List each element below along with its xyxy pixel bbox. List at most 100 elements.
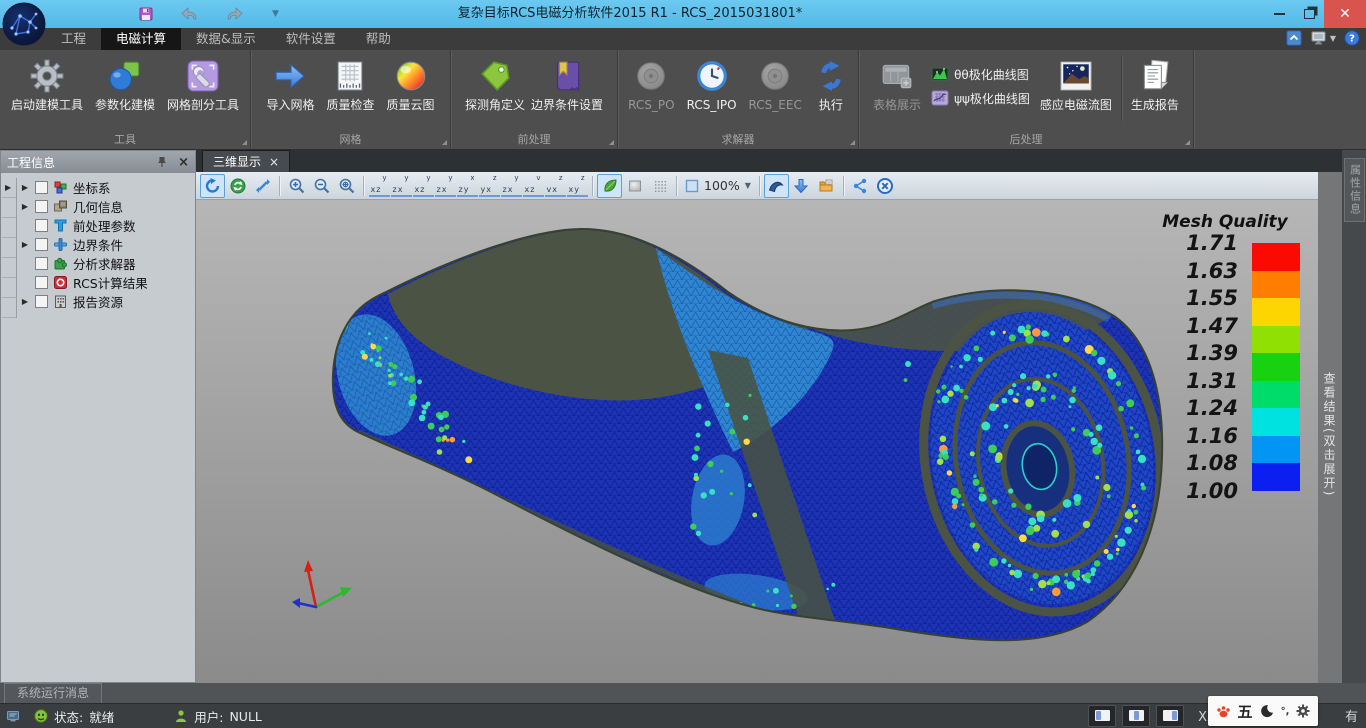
tree-item-boundary-conditions[interactable]: ▶ 边界条件 [16,235,193,254]
view-zy-button[interactable]: xzy [457,174,478,197]
leaf-icon[interactable] [597,174,622,198]
moon-icon[interactable] [1260,704,1274,718]
title-bar: ▼ 复杂目标RCS电磁分析软件2015 R1 - RCS_2015031801*… [0,0,1366,28]
display-icon[interactable]: ▼ [1310,30,1336,46]
menu-tab-project[interactable]: 工程 [46,28,101,50]
checkbox[interactable] [35,257,48,270]
layout-left-icon[interactable] [1088,705,1116,727]
tree-item-coordinate-system[interactable]: ▶ 坐标系 [16,178,193,197]
view-zx-button[interactable]: yzx [435,174,456,197]
wireframe-dots-icon[interactable] [647,174,672,198]
close-button[interactable]: ✕ [1324,0,1366,28]
boundary-settings-button[interactable]: 边界条件设置 [528,53,606,115]
layout-right-icon[interactable] [1156,705,1184,727]
menu-tab-settings[interactable]: 软件设置 [271,28,351,50]
paw-icon[interactable] [1216,704,1231,719]
shaded-box-icon[interactable] [622,174,647,198]
collapse-ribbon-icon[interactable] [1286,30,1302,46]
chevron-down-icon[interactable]: ▼ [745,181,751,190]
menu-tab-help[interactable]: 帮助 [351,28,406,50]
rotate-icon[interactable] [200,174,225,198]
tree-item-preprocess-params[interactable]: 前处理参数 [16,216,193,235]
zoom-level-control[interactable]: 100% ▼ [681,178,755,193]
execute-button[interactable]: 执行 [808,53,854,115]
view-xz-button[interactable]: yxz [413,174,434,197]
induced-current-map-button[interactable]: 感应电磁流图 [1034,53,1118,115]
theta-polarization-curve-button[interactable]: θθ极化曲线图 [931,65,1030,83]
minimize-button[interactable] [1264,0,1294,28]
gear-icon[interactable] [1296,704,1310,718]
restore-button[interactable] [1294,0,1324,28]
parametric-modeling-button[interactable]: 参数化建模 [89,53,161,115]
view-xy-button[interactable]: zxy [567,174,588,197]
tab-system-messages[interactable]: 系统运行消息 [4,683,102,703]
generate-report-button[interactable]: 生成报告 [1125,53,1185,115]
psi-polarization-curve-button[interactable]: ψψ极化曲线图 [931,89,1030,107]
punctuation-icon[interactable]: °, [1281,706,1290,717]
rcs-eec-button[interactable]: RCS_EEC [743,53,808,115]
quality-cloud-button[interactable]: 质量云图 [381,53,441,115]
window-title: 复杂目标RCS电磁分析软件2015 R1 - RCS_2015031801* [0,0,1260,28]
menu-tab-data-display[interactable]: 数据&显示 [181,28,271,50]
chevron-right-icon[interactable]: ▶ [20,297,30,306]
cancel-icon[interactable] [873,174,898,198]
launch-modeler-button[interactable]: 启动建模工具 [5,53,89,115]
export-folder-icon[interactable] [814,174,839,198]
ime-mode-label[interactable]: 五 [1238,701,1253,722]
tab-properties-info[interactable]: 属性信息 [1344,158,1365,222]
view-zx-button[interactable]: yzx [501,174,522,197]
refresh-icon[interactable] [225,174,250,198]
tree-item-report-resources[interactable]: ▶ 报告资源 [16,292,193,311]
help-icon[interactable] [1344,30,1360,46]
view-xz-button[interactable]: yxz [369,174,390,197]
app-logo[interactable] [2,2,46,46]
mesh-tool-button[interactable]: 网格剖分工具 [161,53,245,115]
close-icon[interactable]: × [178,155,189,170]
view-zx-button[interactable]: yzx [391,174,412,197]
group-expand-icon[interactable] [609,140,614,145]
orbit-icon[interactable] [764,174,789,198]
pin-icon[interactable] [156,156,168,168]
checkbox[interactable] [35,181,48,194]
menu-tab-em-compute[interactable]: 电磁计算 [101,28,181,50]
group-expand-icon[interactable] [850,140,855,145]
checkbox[interactable] [35,200,48,213]
chevron-right-icon[interactable]: ▶ [5,183,11,192]
monitor-icon[interactable] [6,709,20,723]
table-display-button[interactable]: 表格展示 [867,53,927,115]
quality-check-button[interactable]: 质量检查 [320,53,380,115]
checkbox[interactable] [35,238,48,251]
fit-arrow-icon[interactable] [250,174,275,198]
chevron-right-icon[interactable]: ▶ [20,240,30,249]
group-expand-icon[interactable] [242,140,247,145]
view-vx-button[interactable]: zvx [545,174,566,197]
down-arrow-icon[interactable] [789,174,814,198]
rcs-ipo-button[interactable]: RCS_IPO [681,53,743,115]
view-results-label[interactable]: 查看结果(双击展开) [1321,372,1338,497]
zoom-in-icon[interactable] [284,174,309,198]
tree-item-rcs-results[interactable]: RCS计算结果 [16,273,193,292]
probe-angle-button[interactable]: 探测角定义 [462,53,528,115]
close-tab-icon[interactable]: × [269,155,279,169]
checkbox[interactable] [35,276,48,289]
import-mesh-button[interactable]: 导入网格 [260,53,320,115]
view-yx-button[interactable]: zyx [479,174,500,197]
share-icon[interactable] [848,174,873,198]
group-expand-icon[interactable] [1185,140,1190,145]
input-method-bar[interactable]: 五 °, [1208,696,1318,726]
group-expand-icon[interactable] [442,140,447,145]
checkbox[interactable] [35,295,48,308]
view-xz-button[interactable]: vxz [523,174,544,197]
zoom-extent-icon[interactable] [334,174,359,198]
tree-item-geometry-info[interactable]: ▶ 几何信息 [16,197,193,216]
checkbox[interactable] [35,219,48,232]
rcs-po-button[interactable]: RCS_PO [622,53,680,115]
legend-color-band [1252,408,1300,436]
tab-3d-display[interactable]: 三维显示 × [202,150,290,172]
chevron-right-icon[interactable]: ▶ [20,183,30,192]
boundary-icon [53,237,68,252]
zoom-out-icon[interactable] [309,174,334,198]
layout-center-icon[interactable] [1122,705,1150,727]
tree-item-analysis-solver[interactable]: 分析求解器 [16,254,193,273]
chevron-right-icon[interactable]: ▶ [20,202,30,211]
